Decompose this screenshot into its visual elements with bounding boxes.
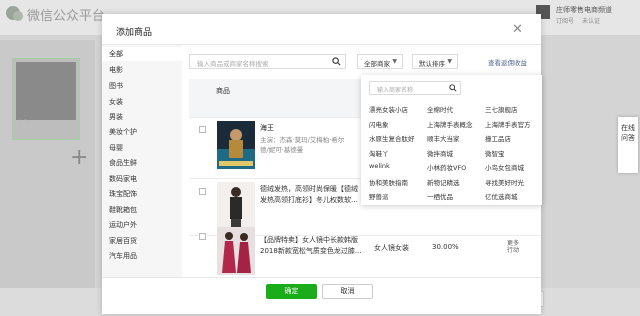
bg-article-card [12, 58, 80, 140]
confirm-button[interactable]: 确定 [266, 284, 317, 299]
category-food[interactable]: 食品生鲜 [109, 158, 137, 168]
merchant-option[interactable]: 漂亮女装小店 [369, 104, 408, 114]
product-desc-cont: 2018新款宽松气质变色龙过膝... [260, 247, 362, 255]
modal-title: 添加商品 [116, 28, 153, 38]
close-icon[interactable]: ✕ [512, 22, 523, 37]
bg-card-image [16, 62, 76, 120]
chevron-down-icon: ▼ [447, 58, 452, 65]
merchant-option[interactable]: 微拌商城 [427, 148, 453, 158]
merchant-option[interactable]: 小鸟女包商城 [485, 162, 524, 172]
column-product: 商品 [216, 87, 230, 95]
app-title: 微信公众平台 [27, 9, 106, 24]
merchant-option[interactable]: 撞工品店 [485, 133, 511, 143]
merchant-option[interactable]: 协和美肤指南 [369, 177, 408, 187]
product-image-dress [217, 227, 255, 275]
product-desc-cont: 发热高领打底衫】冬儿权数软... [260, 196, 358, 204]
category-all[interactable]: 全部 [109, 49, 123, 59]
sort-select-label: 默认排序 [419, 60, 445, 68]
product-image-aquaman [217, 121, 255, 169]
merchant-search-input[interactable]: 输入商家名称 [369, 81, 461, 95]
merchant-option[interactable]: 野兽派 [369, 191, 389, 201]
merchant-option[interactable]: 全棉时代 [427, 104, 453, 114]
category-jewelry[interactable]: 珠宝配饰 [109, 189, 137, 199]
search-icon[interactable] [449, 84, 457, 92]
product-title: 海王 [260, 124, 274, 132]
account-type: 订阅号 [556, 18, 575, 25]
category-women[interactable]: 女装 [109, 97, 123, 107]
merchant-option[interactable]: 三七旗舰店 [485, 104, 518, 114]
product-desc: 【品牌特卖】女人镜中长款韩版 [260, 236, 358, 244]
product-cast: 主演：杰森·莫玛/艾梅柏·希尔 [260, 136, 345, 144]
merchant-option[interactable]: 顺丰大当家 [427, 133, 460, 143]
merchant-option[interactable]: 小林药妆VFO [427, 162, 466, 172]
merchant-option[interactable]: 微智宝 [485, 148, 505, 158]
row-checkbox[interactable] [199, 233, 206, 240]
merchant-option[interactable]: welink [369, 162, 390, 170]
category-list: 全部 电影 图书 女装 男装 美妆个护 母婴 食品生鲜 数码家电 珠宝配饰 鞋靴… [102, 45, 182, 277]
income-link[interactable]: 查看返佣收益 [488, 57, 527, 67]
account-verify: 未认证 [582, 18, 601, 25]
merchant-option[interactable]: 一栖优品 [427, 191, 453, 201]
category-baby[interactable]: 母婴 [109, 143, 123, 153]
product-more-action[interactable]: 更多行动 [506, 240, 520, 254]
product-search-input[interactable]: 输入商品或商家名称搜索 [189, 54, 346, 69]
category-movie[interactable]: 电影 [109, 65, 123, 75]
row-checkbox[interactable] [199, 188, 206, 195]
product-shop: 女人镜女装 [374, 244, 409, 252]
online-help-button[interactable]: 在线问答 [618, 117, 638, 173]
chevron-down-icon: ▼ [392, 58, 397, 65]
account-links: 订阅号 未认证 [556, 16, 608, 25]
divider [102, 277, 541, 278]
merchant-select-label: 全部商家 [364, 60, 390, 68]
bg-card-label: 标题 [18, 120, 31, 127]
add-icon: + [70, 145, 89, 170]
merchant-option[interactable]: 淘鞋丫 [369, 148, 389, 158]
merchant-option[interactable]: 上海牌手表概念 [427, 119, 473, 129]
merchant-select[interactable]: 全部商家 ▼ [357, 54, 403, 69]
merchant-option[interactable]: 寻找美好时光 [485, 177, 524, 187]
row-checkbox[interactable] [199, 126, 206, 133]
cancel-button[interactable]: 取消 [322, 284, 373, 299]
online-help-label: 在线问答 [621, 124, 635, 142]
product-image-sweater [217, 182, 255, 230]
category-auto[interactable]: 汽车用品 [109, 251, 137, 261]
category-home[interactable]: 家居百货 [109, 236, 137, 246]
wechat-logo-icon-secondary [13, 11, 23, 21]
merchant-dropdown: 输入商家名称 漂亮女装小店 全棉时代 三七旗舰店闪电象 上海牌手表概念 上海牌手表官方水… [361, 75, 542, 205]
category-shoes[interactable]: 鞋靴箱包 [109, 205, 137, 215]
account-name[interactable]: 庄师零售电商频道 [556, 5, 612, 15]
merchant-option[interactable]: 亿优选商城 [485, 191, 518, 201]
category-book[interactable]: 图书 [109, 81, 123, 91]
category-digital[interactable]: 数码家电 [109, 174, 137, 184]
category-sports[interactable]: 运动户外 [109, 220, 137, 230]
add-product-modal: 添加商品 ✕ 全部 电影 图书 女装 男装 美妆个护 母婴 食品生鲜 数码家电 … [102, 14, 542, 314]
search-icon[interactable] [332, 57, 341, 66]
product-desc: 德绒发热，高领时尚保暖【德绒 [260, 185, 358, 193]
merchant-search-placeholder: 输入商家名称 [377, 87, 414, 94]
search-placeholder: 输入商品或商家名称搜索 [197, 60, 269, 68]
merchant-option[interactable]: 水原生复合肽好 [369, 133, 415, 143]
product-commission: 30.00% [432, 243, 459, 251]
product-cast-cont: 德/妮可·基德曼 [260, 146, 304, 154]
sort-select[interactable]: 默认排序 ▼ [412, 54, 458, 69]
merchant-option[interactable]: 闪电象 [369, 119, 389, 129]
category-men[interactable]: 男装 [109, 112, 123, 122]
merchant-option[interactable]: 上海牌手表官方 [485, 119, 531, 129]
category-beauty[interactable]: 美妆个护 [109, 127, 137, 137]
merchant-option[interactable]: 新物记精选 [427, 177, 460, 187]
